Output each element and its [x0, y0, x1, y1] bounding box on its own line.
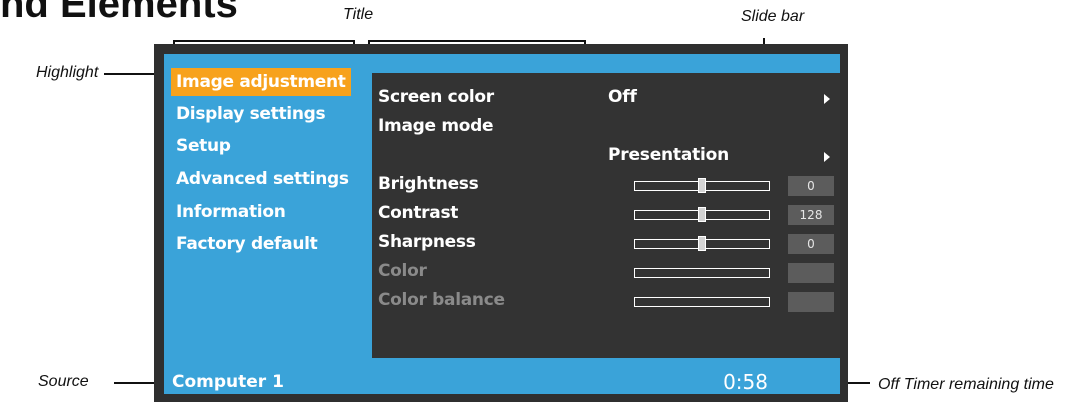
sidebar-item-factory-default[interactable]: Factory default [171, 230, 322, 258]
title-annotation: Title [343, 6, 374, 23]
screen-color-arrow-icon[interactable] [824, 94, 830, 104]
color-value [788, 263, 834, 283]
sharpness-slider-thumb[interactable] [698, 236, 706, 251]
screen-color-value[interactable]: Off [608, 87, 637, 107]
sidebar-item-advanced-settings[interactable]: Advanced settings [171, 165, 354, 193]
image-mode-arrow-icon[interactable] [824, 152, 830, 162]
sharpness-value: 0 [788, 234, 834, 254]
source-annotation: Source [38, 373, 89, 390]
sharpness-slider[interactable] [634, 236, 770, 251]
off-timer-annotation: Off Timer remaining time [878, 374, 1058, 396]
osd-menu: Image adjustment Display settings Setup … [164, 54, 840, 394]
bracket-right-top [368, 40, 586, 42]
settings-panel: Screen color Off Image mode Presentation… [372, 73, 840, 358]
image-mode-value[interactable]: Presentation [608, 145, 729, 165]
bracket-left-top [173, 40, 355, 42]
color-balance-value [788, 292, 834, 312]
brightness-slider-thumb[interactable] [698, 178, 706, 193]
osd-menu-frame: Image adjustment Display settings Setup … [154, 44, 848, 402]
off-timer-value: 0:58 [723, 370, 768, 394]
status-bar: Computer 1 0:58 [164, 370, 840, 394]
color-balance-label: Color balance [378, 290, 505, 310]
color-slider [634, 268, 770, 278]
contrast-slider-thumb[interactable] [698, 207, 706, 222]
page-heading: nd Elements [0, 0, 238, 26]
sidebar-item-image-adjustment[interactable]: Image adjustment [171, 68, 351, 96]
color-balance-slider [634, 297, 770, 307]
brightness-slider[interactable] [634, 178, 770, 193]
contrast-slider[interactable] [634, 207, 770, 222]
contrast-value: 128 [788, 205, 834, 225]
color-label: Color [378, 261, 427, 281]
brightness-label: Brightness [378, 174, 479, 194]
sidebar-item-display-settings[interactable]: Display settings [171, 100, 330, 128]
screen-color-label[interactable]: Screen color [378, 87, 494, 107]
sidebar-item-information[interactable]: Information [171, 198, 291, 226]
image-mode-label[interactable]: Image mode [378, 116, 494, 136]
highlight-annotation: Highlight [36, 64, 99, 81]
brightness-value: 0 [788, 176, 834, 196]
slide-bar-annotation: Slide bar [741, 8, 805, 25]
sidebar-item-setup[interactable]: Setup [171, 132, 236, 160]
contrast-label: Contrast [378, 203, 459, 223]
source-label: Computer 1 [172, 372, 284, 392]
sharpness-label: Sharpness [378, 232, 476, 252]
off-timer-annotation-text: Off Timer remaining time [878, 376, 1054, 393]
